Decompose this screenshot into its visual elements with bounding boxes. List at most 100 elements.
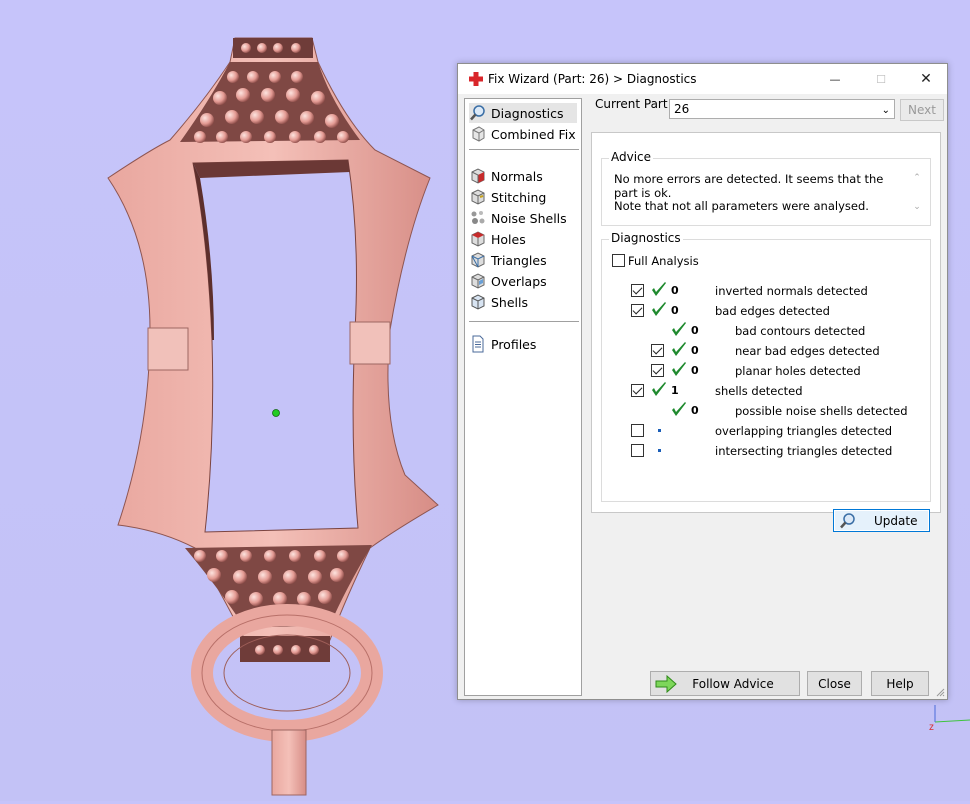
advice-group-title: Advice <box>609 150 654 164</box>
rotation-center-marker <box>272 409 280 417</box>
advice-group: Advice No more errors are detected. It s… <box>601 150 931 226</box>
pending-dot-icon <box>658 449 661 452</box>
nav-item-triangles[interactable]: Triangles <box>469 250 547 270</box>
current-part-label: Current Part: <box>595 97 672 111</box>
green-check-icon <box>652 302 666 316</box>
nav-item-diagnostics[interactable]: Diagnostics <box>469 103 577 123</box>
diagnostic-label: shells detected <box>715 384 803 398</box>
diagnostic-checkbox[interactable] <box>631 304 644 317</box>
nav-label-overlaps: Overlaps <box>491 273 547 289</box>
wizard-nav-panel: Diagnostics Combined Fix Normals Stitchi… <box>464 98 582 696</box>
green-check-icon <box>652 382 666 396</box>
pending-dot-icon <box>658 429 661 432</box>
full-analysis-checkbox[interactable] <box>612 254 625 267</box>
diagnostic-checkbox[interactable] <box>651 364 664 377</box>
diagnostic-checkbox[interactable] <box>651 344 664 357</box>
stitching-cube-icon <box>471 189 485 205</box>
follow-advice-button[interactable]: Follow Advice <box>650 671 800 696</box>
diagnostic-label: planar holes detected <box>735 364 861 378</box>
diagnostic-label: bad edges detected <box>715 304 830 318</box>
nav-label-combined-fix: Combined Fix <box>491 126 576 142</box>
nav-item-noise-shells[interactable]: Noise Shells <box>469 208 567 228</box>
diagnostic-count: 0 <box>691 324 699 337</box>
help-button[interactable]: Help <box>871 671 929 696</box>
chevron-down-icon: ⌄ <box>881 105 890 116</box>
green-check-icon <box>672 342 686 356</box>
profiles-document-icon <box>472 335 484 353</box>
red-cross-app-icon <box>469 72 483 86</box>
nav-item-holes[interactable]: Holes <box>469 229 526 249</box>
minimize-icon: — <box>829 72 841 86</box>
diagnostic-checkbox[interactable] <box>631 424 644 437</box>
diagnostic-label: overlapping triangles detected <box>715 424 893 438</box>
holes-cube-icon <box>471 231 485 247</box>
diagnostic-checkbox[interactable] <box>631 384 644 397</box>
maximize-icon: ☐ <box>876 72 886 86</box>
nav-item-combined-fix[interactable]: Combined Fix <box>469 124 576 144</box>
diagnostic-label: bad contours detected <box>735 324 866 338</box>
diagnostic-count: 0 <box>691 364 699 377</box>
diagnostic-count: 0 <box>691 344 699 357</box>
diagnostic-label: inverted normals detected <box>715 284 868 298</box>
nav-separator <box>469 149 579 150</box>
diagnostic-label: near bad edges detected <box>735 344 880 358</box>
close-button-label: Close <box>818 676 851 691</box>
nav-label-noise-shells: Noise Shells <box>491 210 567 226</box>
nav-label-normals: Normals <box>491 168 543 184</box>
diagnostic-count: 0 <box>691 404 699 417</box>
advice-scrollbar[interactable]: ⌃ ⌄ <box>910 172 924 218</box>
nav-label-shells: Shells <box>491 294 529 310</box>
scroll-up-icon[interactable]: ⌃ <box>910 172 924 183</box>
current-part-dropdown[interactable]: 26 ⌄ <box>669 99 895 119</box>
advice-text: No more errors are detected. It seems th… <box>614 172 899 214</box>
diagnostic-checkbox[interactable] <box>631 444 644 457</box>
diagnostic-checkbox[interactable] <box>631 284 644 297</box>
scroll-down-icon[interactable]: ⌄ <box>910 201 924 212</box>
nav-item-overlaps[interactable]: Overlaps <box>469 271 547 291</box>
nav-label-triangles: Triangles <box>491 252 547 268</box>
current-part-value: 26 <box>674 102 690 116</box>
green-arrow-icon <box>655 675 677 693</box>
close-window-button[interactable]: ✕ <box>903 64 949 94</box>
green-check-icon <box>672 322 686 336</box>
nav-label-diagnostics: Diagnostics <box>491 105 564 121</box>
nav-item-stitching[interactable]: Stitching <box>469 187 546 207</box>
update-button[interactable]: Update <box>833 509 930 532</box>
help-button-label: Help <box>886 676 914 691</box>
magnifier-icon <box>470 105 485 121</box>
diagnostic-count: 0 <box>671 284 679 297</box>
advice-text-line: Note that not all parameters were analys… <box>614 199 869 213</box>
x-axis-label: z <box>929 722 934 733</box>
dialog-title: Fix Wizard (Part: 26) > Diagnostics <box>488 72 697 86</box>
maximize-button[interactable]: ☐ <box>858 64 904 94</box>
nav-item-normals[interactable]: Normals <box>469 166 543 186</box>
diagnostic-count: 0 <box>671 304 679 317</box>
title-bar[interactable]: Fix Wizard (Part: 26) > Diagnostics — ☐ … <box>458 64 947 94</box>
nav-item-profiles[interactable]: Profiles <box>469 334 536 354</box>
diagnostics-content-panel: Advice No more errors are detected. It s… <box>591 132 941 532</box>
close-icon: ✕ <box>920 71 932 87</box>
triangles-cube-icon <box>471 252 485 268</box>
overlaps-cube-icon <box>471 273 485 289</box>
diagnostic-label: intersecting triangles detected <box>715 444 893 458</box>
magnifier-icon <box>840 513 855 529</box>
diagnostics-group-title: Diagnostics <box>609 231 683 245</box>
combined-fix-icon <box>472 126 485 142</box>
update-button-label: Update <box>874 514 918 528</box>
diagnostics-group: Diagnostics Full Analysis 0 inverted norm… <box>601 231 931 532</box>
normals-cube-icon <box>471 168 485 184</box>
minimize-button[interactable]: — <box>812 64 858 94</box>
next-button[interactable]: Next <box>900 99 944 121</box>
noise-shells-icon <box>471 211 485 224</box>
follow-advice-label: Follow Advice <box>692 676 774 691</box>
advice-text-line: No more errors are detected. It seems th… <box>614 172 884 200</box>
resize-grip-icon[interactable] <box>935 687 945 697</box>
nav-separator <box>469 321 579 322</box>
green-check-icon <box>652 282 666 296</box>
diagnostic-label: possible noise shells detected <box>735 404 908 418</box>
nav-label-holes: Holes <box>491 231 526 247</box>
nav-label-stitching: Stitching <box>491 189 547 205</box>
nav-item-shells[interactable]: Shells <box>469 292 528 312</box>
fix-wizard-dialog: Fix Wizard (Part: 26) > Diagnostics — ☐ … <box>457 63 948 700</box>
close-button[interactable]: Close <box>807 671 862 696</box>
